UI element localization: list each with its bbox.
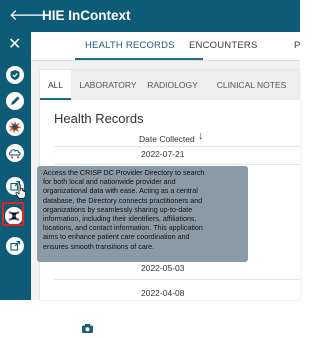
sidebar: ✕: [0, 32, 31, 300]
tooltip-line: locations, and contact information. This…: [43, 224, 203, 233]
shield-icon[interactable]: [6, 66, 24, 84]
tooltip-line: ensures smooth transitions of care.: [43, 242, 155, 251]
selected-icon-highlight: [2, 202, 24, 226]
camera-icon[interactable]: [82, 320, 93, 338]
sub-tab-laboratory[interactable]: LABORATORY: [73, 70, 143, 100]
top-tabs: HEALTH RECORDS ENCOUNTERS P: [31, 32, 300, 61]
tooltip-line: organizations by seamlessly sharing up-t…: [43, 205, 193, 214]
star-burst-icon[interactable]: [6, 118, 24, 136]
row-divider: [54, 164, 300, 165]
crisp-directory-tooltip: Access the CRISP DC Provider Directory t…: [37, 166, 248, 262]
close-icon[interactable]: ✕: [8, 36, 21, 54]
sub-tab-clinical-notes[interactable]: CLINICAL NOTES: [203, 70, 300, 100]
tab-partial[interactable]: P: [294, 40, 301, 51]
app-header: 🡐 HIE InContext: [0, 0, 300, 32]
tooltip-line: Access the CRISP DC Provider Directory t…: [43, 169, 205, 177]
tooltip-line: organizational data with ease. Acting as…: [43, 187, 198, 196]
tooltip-line: database, the Directory connects practit…: [43, 196, 203, 205]
date-cell: 2022-07-21: [141, 149, 185, 159]
tab-encounters[interactable]: ENCOUNTERS: [189, 40, 258, 51]
tab-health-records[interactable]: HEALTH RECORDS: [85, 40, 175, 51]
hand-cursor-icon: [15, 184, 27, 204]
row-divider: [54, 279, 300, 280]
cloud-network-icon[interactable]: [6, 144, 24, 162]
date-cell: 2022-05-03: [141, 263, 185, 273]
active-tab-underline: [75, 58, 203, 60]
row-divider: [54, 146, 300, 147]
tooltip-line: information, including their identifiers…: [43, 215, 197, 224]
sub-tab-all[interactable]: ALL: [40, 70, 71, 100]
pencil-icon[interactable]: [6, 92, 24, 110]
page-title: Health Records: [54, 111, 144, 126]
app-title: HIE InContext: [42, 8, 131, 23]
sub-tab-radiology[interactable]: RADIOLOGY: [145, 70, 200, 100]
sort-arrow-icon[interactable]: ↓: [198, 130, 204, 142]
tooltip-line: for both local and nationwide provider a…: [43, 178, 176, 187]
date-cell: 2022-04-08: [141, 288, 185, 298]
active-sub-tab-underline: [40, 98, 71, 100]
sub-tabs: ALL LABORATORY RADIOLOGY CLINICAL NOTES: [40, 70, 300, 100]
tooltip-line: aims to enhance patient care coordinatio…: [43, 233, 190, 242]
external-link-icon[interactable]: [6, 237, 24, 255]
date-collected-header[interactable]: Date Collected: [139, 134, 195, 144]
